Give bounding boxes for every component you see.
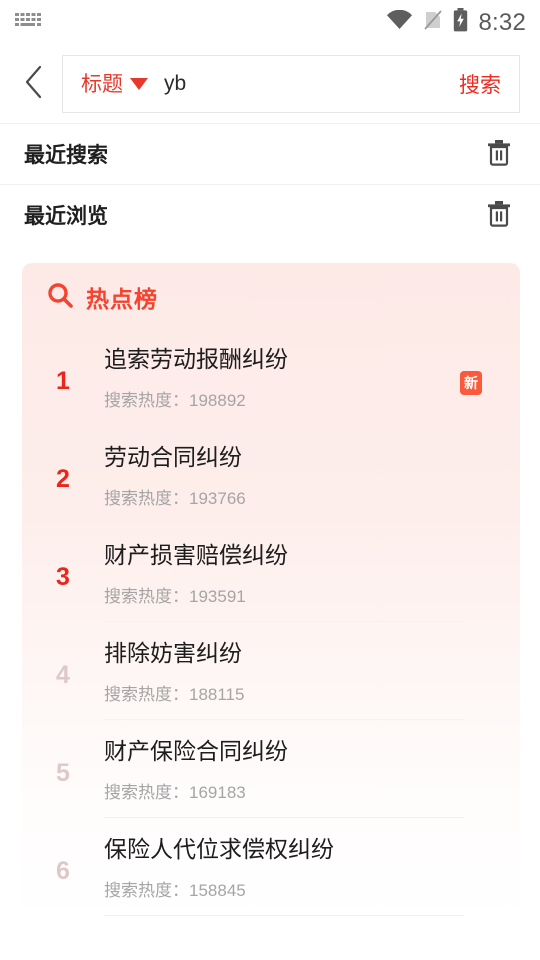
hot-item-heat: 搜索热度：158845 bbox=[104, 880, 246, 900]
status-bar: 8:32 bbox=[0, 0, 540, 45]
search-submit-button[interactable]: 搜索 bbox=[449, 69, 501, 99]
hot-item-divider bbox=[104, 718, 464, 720]
hot-item-heat: 搜索热度：193766 bbox=[104, 488, 246, 508]
hot-item-rank: 5 bbox=[56, 759, 70, 787]
hot-list-title: 热点榜 bbox=[86, 286, 158, 312]
search-input[interactable]: yb bbox=[164, 72, 449, 96]
recent-search-section: 最近搜索 bbox=[0, 124, 540, 184]
hot-list-item[interactable]: 2 劳动合同纠纷搜索热度：193766 bbox=[22, 429, 520, 527]
hot-item-rank: 4 bbox=[56, 661, 70, 689]
hot-item-rank: 6 bbox=[56, 857, 70, 885]
hot-list-item[interactable]: 1 追索劳动报酬纠纷搜索热度：198892 新 bbox=[22, 331, 520, 429]
recent-search-title: 最近搜索 bbox=[24, 144, 108, 167]
recent-browse-title: 最近浏览 bbox=[24, 205, 108, 228]
hot-item-divider bbox=[104, 620, 464, 622]
hot-list: 1 追索劳动报酬纠纷 搜索热度：198892 新 2 劳动合同纠纷 搜索热度：193766 3… bbox=[22, 325, 520, 919]
hot-item-body: 财产保险合同纠纷搜索热度：169183 bbox=[104, 729, 520, 818]
hot-item-body: 排除妨害纠纷搜索热度：188115 bbox=[104, 631, 520, 720]
hot-item-body: 财产损害赔偿纠纷搜索热度：193591 bbox=[104, 533, 520, 622]
search-bar: 标题 yb 搜索 bbox=[0, 45, 540, 123]
clock-time: 8:32 bbox=[478, 8, 526, 36]
hot-item-rank: 3 bbox=[56, 563, 70, 591]
hot-list-item[interactable]: 3 财产损害赔偿纠纷搜索热度：193591 bbox=[22, 527, 520, 625]
battery-charging-icon bbox=[453, 8, 468, 37]
hot-item-divider bbox=[104, 914, 464, 916]
new-badge: 新 bbox=[460, 371, 482, 395]
search-input-container[interactable]: 标题 yb 搜索 bbox=[62, 55, 520, 113]
no-sim-icon bbox=[423, 9, 443, 36]
clear-recent-search-button[interactable] bbox=[482, 137, 516, 171]
trash-icon bbox=[486, 138, 512, 171]
hot-item-divider bbox=[104, 522, 464, 524]
hot-item-body: 劳动合同纠纷搜索热度：193766 bbox=[104, 435, 520, 524]
hot-list-item[interactable]: 6 保险人代位求偿权纠纷搜索热度：158845 bbox=[22, 821, 520, 919]
hot-item-heat: 搜索热度：188115 bbox=[104, 684, 245, 704]
hot-list-header: 热点榜 bbox=[22, 269, 520, 325]
hot-item-body: 追索劳动报酬纠纷搜索热度：198892 新 bbox=[104, 337, 520, 426]
hot-item-body: 保险人代位求偿权纠纷搜索热度：158845 bbox=[104, 827, 520, 916]
hot-item-heat: 搜索热度：198892 bbox=[104, 390, 246, 410]
hot-item-title: 保险人代位求偿权纠纷 bbox=[104, 836, 334, 862]
hot-item-divider bbox=[104, 816, 464, 818]
hot-item-divider bbox=[104, 424, 464, 426]
clear-recent-browse-button[interactable] bbox=[482, 198, 516, 232]
keyboard-icon bbox=[14, 11, 42, 34]
search-scope-dropdown[interactable]: 标题 bbox=[81, 74, 148, 95]
status-bar-right: 8:32 bbox=[386, 8, 526, 37]
hot-list-item[interactable]: 5 财产保险合同纠纷搜索热度：169183 bbox=[22, 723, 520, 821]
status-bar-left bbox=[14, 11, 42, 34]
search-icon bbox=[46, 281, 74, 314]
hot-item-rank: 1 bbox=[56, 367, 70, 395]
hot-item-title: 排除妨害纠纷 bbox=[104, 640, 242, 666]
wifi-icon bbox=[386, 9, 413, 35]
hot-list-item[interactable]: 4 排除妨害纠纷搜索热度：188115 bbox=[22, 625, 520, 723]
caret-down-icon bbox=[130, 78, 148, 90]
chevron-left-icon bbox=[23, 65, 45, 104]
trash-icon bbox=[486, 199, 512, 232]
search-scope-label: 标题 bbox=[81, 72, 123, 96]
hot-item-title: 劳动合同纠纷 bbox=[104, 444, 242, 470]
recent-browse-section: 最近浏览 bbox=[0, 185, 540, 245]
hot-item-title: 财产损害赔偿纠纷 bbox=[104, 542, 288, 568]
hot-item-heat: 搜索热度：169183 bbox=[104, 782, 246, 802]
hot-item-rank: 2 bbox=[56, 465, 70, 493]
back-button[interactable] bbox=[6, 56, 62, 112]
hot-item-title: 财产保险合同纠纷 bbox=[104, 738, 288, 764]
hot-list-card: 热点榜 1 追索劳动报酬纠纷搜索热度：198892 新 2 劳动合同纠纷搜索热度：193… bbox=[22, 263, 520, 919]
hot-item-title: 追索劳动报酬纠纷 bbox=[104, 346, 288, 372]
hot-item-heat: 搜索热度：193591 bbox=[104, 586, 246, 606]
